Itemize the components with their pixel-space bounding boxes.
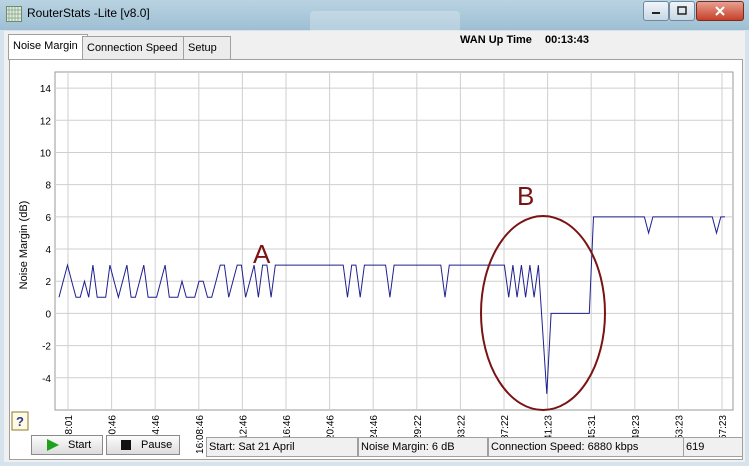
annotation-a: A [253, 239, 271, 269]
minimize-button[interactable] [643, 1, 669, 21]
status-noise-margin: Noise Margin: 6 dB [358, 437, 488, 457]
minimize-icon [652, 12, 660, 14]
tab-connection-speed[interactable]: Connection Speed [82, 36, 189, 59]
pause-label: Pause [141, 439, 173, 451]
window-title: RouterStats -Lite [v8.0] [27, 6, 150, 20]
y-tick-label: 10 [40, 148, 52, 159]
stop-icon [121, 440, 131, 450]
background-window-ghost [310, 11, 460, 33]
y-tick-label: 2 [45, 277, 51, 288]
noise-margin-chart: -4-202468101214 15:58:0116:00:4616:04:46… [18, 71, 734, 454]
start-label: Start [68, 439, 92, 451]
annotation-b: B [517, 181, 534, 211]
tab-noise-margin[interactable]: Noise Margin [8, 34, 88, 60]
start-button[interactable]: Start [31, 435, 103, 455]
noise-margin-series [58, 216, 725, 394]
title-bar[interactable]: RouterStats -Lite [v8.0] [0, 0, 749, 33]
close-button[interactable] [696, 1, 744, 21]
play-icon [47, 439, 59, 451]
status-start-date: Start: Sat 21 April [206, 437, 358, 457]
app-icon [6, 6, 22, 22]
plot-area-border [54, 71, 734, 411]
close-icon [715, 6, 725, 16]
y-tick-labels: -4 -2 0 2 4 6 8 10 12 14 [40, 84, 52, 385]
app-window: RouterStats -Lite [v8.0] Noise Margin Co… [0, 0, 749, 466]
wan-uptime-label: WAN Up Time [460, 34, 532, 46]
y-tick-label: 12 [40, 116, 52, 127]
status-count: 619 [683, 437, 743, 457]
help-icon[interactable]: ? [11, 411, 29, 431]
y-tick-label: 0 [45, 309, 51, 320]
y-tick-label: -4 [42, 374, 51, 385]
y-tick-label: 4 [45, 245, 51, 256]
status-connection-speed: Connection Speed: 6880 kbps [488, 437, 684, 457]
maximize-icon [677, 6, 687, 15]
maximize-button[interactable] [669, 1, 695, 21]
chart-panel: -4-202468101214 15:58:0116:00:4616:04:46… [9, 59, 743, 460]
y-tick-label: -2 [42, 342, 51, 353]
y-axis-label: Noise Margin (dB) [18, 201, 30, 290]
chart-grid [54, 71, 734, 411]
svg-text:?: ? [16, 414, 24, 429]
y-tick-label: 8 [45, 181, 51, 192]
wan-uptime-value: 00:13:43 [545, 34, 590, 46]
main-content: Noise Margin Connection Speed Setup WAN … [4, 31, 745, 462]
y-tick-label: 14 [40, 84, 52, 95]
y-tick-label: 6 [45, 213, 51, 224]
pause-button[interactable]: Pause [106, 435, 180, 455]
x-tick-label: 16:08:46 [195, 415, 206, 454]
tab-setup[interactable]: Setup [183, 36, 231, 59]
